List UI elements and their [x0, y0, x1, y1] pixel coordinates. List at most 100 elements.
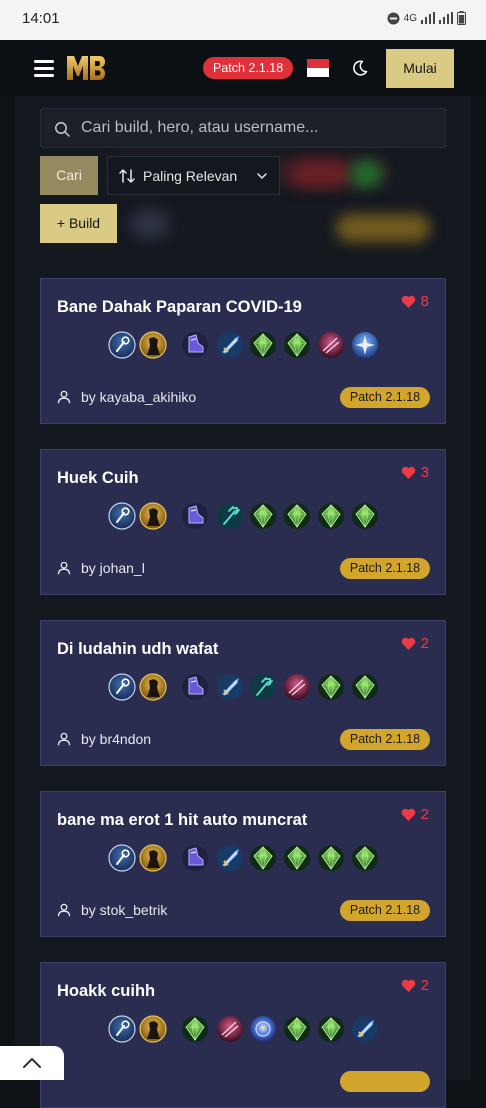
- build-title[interactable]: Bane Dahak Paparan COVID-19: [57, 298, 302, 317]
- boots-icon: [182, 332, 208, 358]
- top-navbar: Patch 2.1.18 Mulai: [0, 40, 486, 96]
- trident-icon: [250, 674, 276, 700]
- indonesia-flag-icon[interactable]: [307, 59, 329, 77]
- emerald-icon: [250, 503, 276, 529]
- emerald-icon: [284, 845, 310, 871]
- boots-icon: [182, 674, 208, 700]
- boots-icon: [182, 503, 208, 529]
- patch-chip: Patch 2.1.18: [340, 729, 430, 750]
- hero-icon: [139, 844, 167, 872]
- blade-icon: [217, 845, 243, 871]
- network-type: 4G: [403, 12, 417, 24]
- mb-logo[interactable]: [66, 52, 106, 84]
- build-card[interactable]: Di ludahin udh wafat 2 by br4ndon Patch 2.1…: [40, 620, 446, 766]
- hero-icon: [139, 673, 167, 701]
- patch-badge: Patch 2.1.18: [203, 57, 294, 79]
- hero-icon: [139, 502, 167, 530]
- likes-counter[interactable]: 3: [401, 464, 429, 481]
- scroll-up-button[interactable]: [0, 1046, 64, 1080]
- do-not-disturb-icon: [387, 12, 400, 24]
- emerald-icon: [318, 845, 344, 871]
- add-build-button[interactable]: + Build: [40, 204, 117, 243]
- build-title[interactable]: Di ludahin udh wafat: [57, 640, 218, 659]
- crimson-orb-icon: [284, 674, 310, 700]
- trident-icon: [217, 503, 243, 529]
- build-author[interactable]: by stok_betrik: [57, 902, 167, 918]
- mulai-button[interactable]: Mulai: [386, 49, 454, 88]
- author-name: by johan_l: [81, 560, 145, 576]
- search-icon: [55, 122, 70, 137]
- emerald-icon: [318, 674, 344, 700]
- likes-counter[interactable]: 2: [401, 977, 429, 994]
- blurred-decoration: [336, 214, 430, 242]
- emerald-icon: [284, 1016, 310, 1042]
- battery-icon: [457, 11, 466, 25]
- emerald-icon: [318, 503, 344, 529]
- signal-icon: [421, 12, 435, 24]
- user-icon: [57, 390, 71, 404]
- user-icon: [57, 561, 71, 575]
- crimson-orb-icon: [217, 1016, 243, 1042]
- search-bar[interactable]: Cari build, hero, atau username...: [40, 108, 446, 148]
- emerald-icon: [182, 1016, 208, 1042]
- blurred-decoration: [290, 160, 350, 188]
- menu-icon[interactable]: [34, 60, 54, 77]
- blurred-decoration: [350, 160, 382, 188]
- emerald-icon: [284, 503, 310, 529]
- build-author[interactable]: by kayaba_akihiko: [57, 389, 196, 405]
- spell-icon: [108, 844, 136, 872]
- emerald-icon: [318, 1016, 344, 1042]
- status-time: 14:01: [22, 10, 60, 27]
- sort-dropdown[interactable]: Paling Relevan: [107, 156, 280, 195]
- spell-icon: [108, 673, 136, 701]
- orb-icon: [250, 1016, 276, 1042]
- status-bar: 14:01 4G: [0, 0, 486, 40]
- likes-count: 2: [420, 806, 429, 823]
- build-card[interactable]: Huek Cuih 3 by johan_l Patch 2.1.18: [40, 449, 446, 595]
- heart-icon: [401, 637, 415, 650]
- patch-chip: Patch 2.1.18: [340, 900, 430, 921]
- likes-counter[interactable]: 2: [401, 635, 429, 652]
- spell-icon: [108, 331, 136, 359]
- build-title[interactable]: bane ma erot 1 hit auto muncrat: [57, 811, 307, 830]
- build-author[interactable]: by br4ndon: [57, 731, 151, 747]
- blade-icon: [217, 332, 243, 358]
- patch-chip: Patch 2.1.18: [340, 387, 430, 408]
- likes-count: 8: [420, 293, 429, 310]
- patch-chip: Patch 2.1.18: [340, 558, 430, 579]
- emerald-icon: [352, 674, 378, 700]
- blade-icon: [352, 1016, 378, 1042]
- likes-counter[interactable]: 8: [401, 293, 429, 310]
- emerald-icon: [250, 332, 276, 358]
- moon-icon[interactable]: [352, 60, 368, 76]
- chevron-up-icon: [23, 1058, 41, 1068]
- emerald-icon: [284, 332, 310, 358]
- emerald-icon: [352, 845, 378, 871]
- likes-count: 2: [420, 977, 429, 994]
- blurred-decoration: [130, 210, 170, 238]
- user-icon: [57, 732, 71, 746]
- chevron-down-icon: [257, 173, 267, 179]
- build-card[interactable]: bane ma erot 1 hit auto muncrat 2 by stok_…: [40, 791, 446, 937]
- author-name: by stok_betrik: [81, 902, 168, 918]
- build-card[interactable]: Bane Dahak Paparan COVID-19 8 by kayaba_ak…: [40, 278, 446, 424]
- likes-counter[interactable]: 2: [401, 806, 429, 823]
- heart-icon: [401, 466, 415, 479]
- blade-icon: [217, 674, 243, 700]
- emerald-icon: [352, 503, 378, 529]
- cari-button[interactable]: Cari: [40, 156, 98, 195]
- spell-icon: [108, 1015, 136, 1043]
- boots-icon: [182, 845, 208, 871]
- author-name: by br4ndon: [81, 731, 152, 747]
- build-card[interactable]: Hoakk cuihh 2: [40, 962, 446, 1108]
- search-input[interactable]: Cari build, hero, atau username...: [81, 119, 318, 137]
- build-title[interactable]: Huek Cuih: [57, 469, 139, 488]
- hero-icon: [139, 331, 167, 359]
- user-icon: [57, 903, 71, 917]
- signal-icon: [439, 12, 453, 24]
- patch-chip: [340, 1071, 430, 1092]
- build-title[interactable]: Hoakk cuihh: [57, 982, 155, 1001]
- heart-icon: [401, 808, 415, 821]
- build-author[interactable]: by johan_l: [57, 560, 145, 576]
- ice-crystal-icon: [352, 332, 378, 358]
